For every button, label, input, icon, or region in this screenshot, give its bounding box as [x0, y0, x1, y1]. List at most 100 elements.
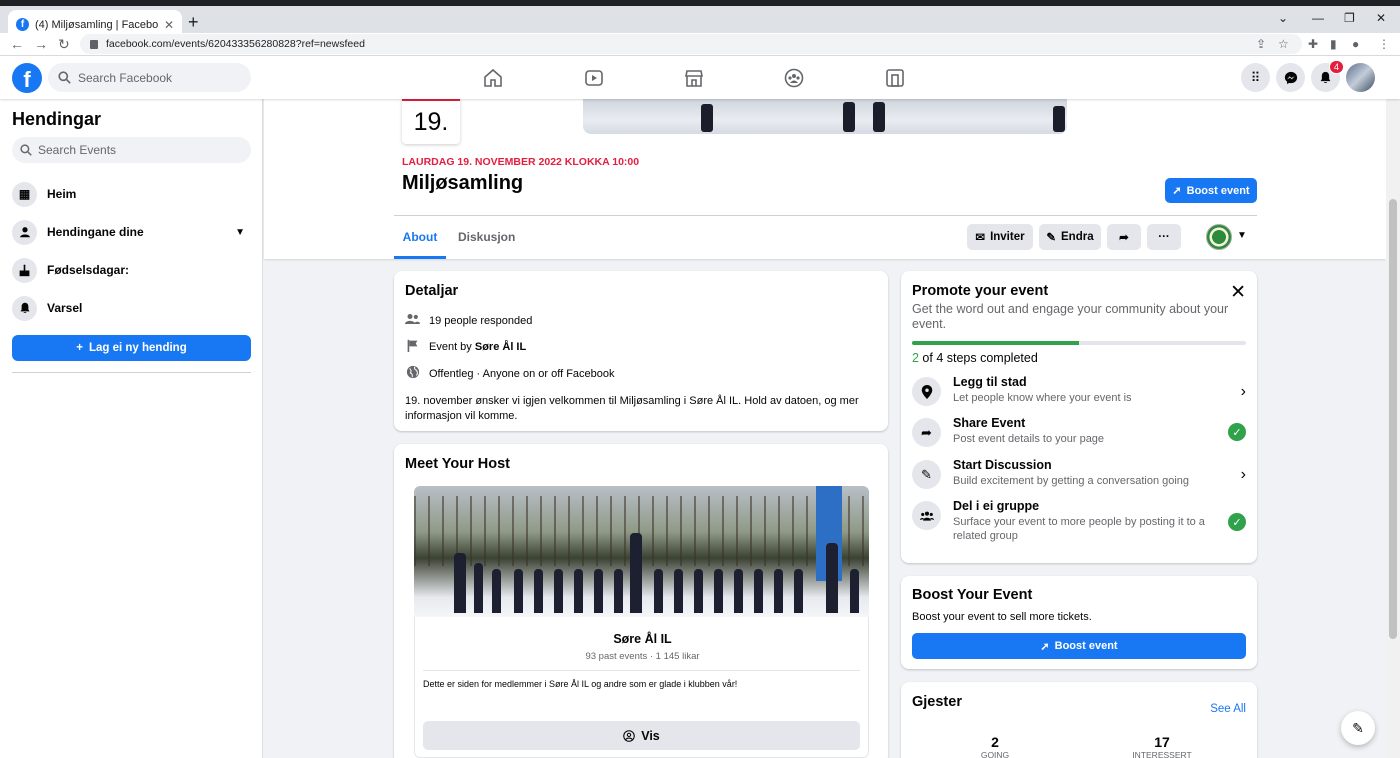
going-label: GOING [980, 750, 1010, 758]
lock-icon [90, 39, 98, 49]
host-meta: 93 past events · 1 145 likar [585, 651, 700, 662]
host-photo-figure [826, 543, 838, 613]
cover-figure [701, 104, 713, 132]
profile-icon[interactable]: ● [1352, 37, 1359, 51]
host-cover-photo[interactable] [414, 486, 869, 617]
side-panel-icon[interactable]: ▮ [1330, 37, 1337, 51]
host-photo-figure [594, 569, 603, 613]
host-photo-figure [492, 569, 501, 613]
host-photo-figure [514, 569, 523, 613]
host-photo-figure [630, 533, 642, 613]
facebook-logo-icon[interactable]: f [12, 63, 42, 93]
boost-event-card-button[interactable]: ➚ Boost event [912, 633, 1246, 659]
view-host-button[interactable]: Vis [423, 721, 860, 750]
boost-card: Boost Your Event Boost your event to sel… [901, 576, 1257, 669]
extensions-icon[interactable]: ✚ [1308, 37, 1318, 51]
search-icon [58, 71, 71, 84]
gaming-icon[interactable] [885, 68, 905, 88]
privacy-text: Offentleg · Anyone on or off Facebook [429, 367, 615, 380]
scrollbar-thumb[interactable] [1389, 199, 1397, 639]
share-icon[interactable]: ⇪ [1256, 37, 1266, 51]
menu-grid-icon[interactable]: ⠿ [1241, 63, 1270, 92]
host-photo-figure [774, 569, 783, 613]
invite-label: Inviter [990, 231, 1025, 243]
notifications-bell-icon[interactable]: 4 [1311, 60, 1344, 92]
facebook-search-input[interactable]: Search Facebook [48, 63, 251, 92]
step-share-group[interactable]: Del i ei gruppe Surface your event to mor… [912, 499, 1246, 543]
share-arrow-icon: ➦ [912, 418, 941, 447]
messenger-icon[interactable] [1276, 63, 1305, 92]
details-heading: Detaljar [405, 283, 459, 299]
bookmark-star-icon[interactable]: ☆ [1278, 37, 1289, 51]
facebook-header: f Search Facebook ⠿ 4 [0, 56, 1400, 99]
going-stat[interactable]: 2 GOING [935, 734, 1055, 758]
event-by-link[interactable]: Søre Ål IL [475, 341, 526, 353]
step-title: Share Event [953, 416, 1026, 430]
page-avatar[interactable] [1206, 224, 1232, 250]
chevron-right-icon: › [1240, 466, 1246, 483]
sidebar-item-your-events[interactable]: Hendingane dine ▼ [12, 217, 251, 247]
new-message-button[interactable]: ✎ [1341, 711, 1375, 745]
minimize-icon[interactable]: — [1312, 11, 1324, 25]
step-title: Legg til stad [953, 375, 1027, 389]
event-by-row: Event by Søre Ål IL [405, 339, 526, 355]
sidebar-item-notifications[interactable]: Varsel [12, 293, 251, 323]
reload-icon[interactable]: ↻ [58, 36, 70, 53]
host-name[interactable]: Søre Ål IL [415, 632, 870, 646]
address-bar[interactable]: facebook.com/events/620433356280828?ref=… [80, 34, 1302, 54]
share-button[interactable]: ➦ [1107, 224, 1141, 250]
person-icon [12, 219, 37, 245]
chevron-down-icon[interactable]: ▼ [1237, 230, 1247, 241]
invite-button[interactable]: ✉ Inviter [967, 224, 1033, 250]
event-cover-photo[interactable] [583, 99, 1067, 134]
progress-rest: of 4 steps completed [918, 351, 1038, 365]
sidebar-divider [12, 372, 251, 373]
host-photo-figure [454, 553, 466, 613]
close-icon[interactable]: ✕ [1230, 281, 1246, 304]
groups-icon[interactable] [784, 68, 804, 88]
host-description: Dette er siden for medlemmer i Søre Ål I… [423, 679, 738, 689]
boost-event-button[interactable]: ➚ Boost event [1165, 178, 1257, 203]
boost-card-label: Boost event [1054, 640, 1118, 652]
back-icon[interactable]: ← [10, 36, 24, 52]
home-icon[interactable] [483, 68, 503, 88]
edit-label: Endra [1061, 231, 1094, 243]
tab-search-icon[interactable]: ⌄ [1278, 11, 1288, 25]
guests-heading: Gjester [912, 694, 962, 710]
step-start-discussion[interactable]: ✎ Start Discussion Build excitement by ge… [912, 458, 1246, 489]
tab-title: (4) Miljøsamling | Facebook [35, 18, 158, 31]
step-add-location[interactable]: Legg til stad Let people know where your … [912, 375, 1246, 406]
create-event-button[interactable]: + Lag ei ny hending [12, 335, 251, 361]
host-photo-figure [654, 569, 663, 613]
host-photo-figure [850, 569, 859, 613]
close-window-icon[interactable]: ✕ [1376, 11, 1386, 25]
event-by-prefix: Event by [429, 341, 475, 353]
marketplace-icon[interactable] [684, 68, 704, 88]
account-avatar[interactable] [1346, 63, 1375, 92]
flag-icon [405, 339, 420, 355]
new-tab-icon[interactable]: + [188, 12, 199, 33]
menu-kebab-icon[interactable]: ⋮ [1378, 37, 1390, 51]
cover-figure [873, 102, 885, 132]
close-tab-icon[interactable]: ✕ [164, 18, 174, 32]
page-scrollbar[interactable] [1386, 99, 1400, 758]
url-text: facebook.com/events/620433356280828?ref=… [106, 38, 365, 50]
host-photo-figure [714, 569, 723, 613]
forward-icon[interactable]: → [34, 36, 48, 52]
interested-stat[interactable]: 17 INTERESSERT [1102, 734, 1222, 758]
maximize-icon[interactable]: ❐ [1344, 11, 1355, 25]
tab-discussion[interactable]: Diskusjon [452, 217, 521, 257]
facebook-favicon-icon: f [16, 18, 29, 31]
chevron-down-icon[interactable]: ▼ [235, 227, 245, 238]
event-description: 19. november ønsker vi igjen velkommen t… [405, 395, 859, 422]
sidebar-item-home[interactable]: ▦ Heim [12, 179, 251, 209]
step-share-event[interactable]: ➦ Share Event Post event details to your … [912, 416, 1246, 447]
sidebar-item-birthdays[interactable]: Fødselsdagar: [12, 255, 251, 285]
calendar-grid-icon: ▦ [12, 181, 37, 207]
edit-button[interactable]: ✎ Endra [1039, 224, 1101, 250]
see-all-link[interactable]: See All [1210, 703, 1246, 715]
events-search-input[interactable]: Search Events [12, 137, 251, 163]
tab-about[interactable]: About [394, 217, 446, 259]
more-options-button[interactable]: ··· [1147, 224, 1181, 250]
watch-icon[interactable] [584, 68, 604, 88]
